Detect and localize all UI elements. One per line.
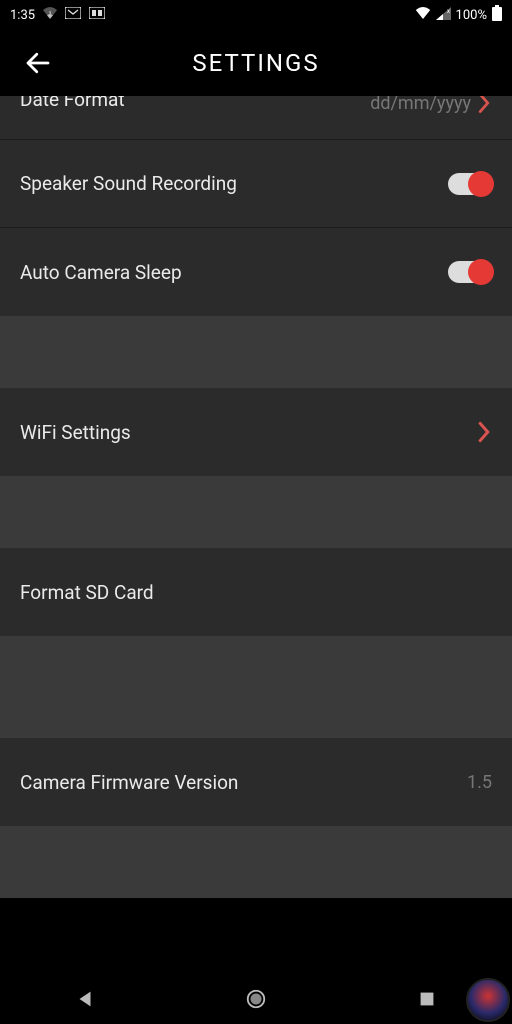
back-button[interactable] [18,43,58,83]
battery-icon [492,5,502,25]
row-date-format[interactable]: Date Format dd/mm/yyyy [0,96,512,140]
firmware-value: 1.5 [467,772,492,793]
date-format-value: dd/mm/yyyy [370,96,471,114]
date-format-label: Date Format [20,96,125,111]
wifi-settings-label: WiFi Settings [20,421,131,444]
row-auto-sleep[interactable]: Auto Camera Sleep [0,228,512,316]
wifi-weak-icon: ? [43,7,57,23]
section-spacer [0,636,512,738]
format-sd-label: Format SD Card [20,581,154,604]
row-firmware-version: Camera Firmware Version 1.5 [0,738,512,826]
arrow-left-icon [23,48,53,78]
speaker-recording-toggle[interactable] [448,173,492,195]
auto-sleep-toggle[interactable] [448,261,492,283]
triangle-back-icon [74,988,96,1010]
row-format-sd[interactable]: Format SD Card [0,548,512,636]
section-spacer [0,316,512,388]
app-icon-2 [89,7,105,23]
cell-signal-icon: x [436,7,451,24]
status-right: x 100% [415,5,502,25]
battery-percent: 100% [456,8,487,23]
square-recent-icon [416,988,438,1010]
android-nav-bar [0,974,512,1024]
date-format-value-wrap: dd/mm/yyyy [370,96,492,116]
firmware-label: Camera Firmware Version [20,771,238,794]
nav-back-button[interactable] [72,986,98,1012]
toggle-knob-icon [468,259,494,285]
svg-text:x: x [447,8,450,15]
page-title: SETTINGS [0,49,512,77]
section-spacer [0,476,512,548]
toggle-knob-icon [468,171,494,197]
row-wifi-settings[interactable]: WiFi Settings [0,388,512,476]
status-bar: 1:35 ? x 100% [0,0,512,30]
app-header: SETTINGS [0,30,512,96]
watermark-badge [466,978,510,1022]
app-icon-1 [65,7,81,23]
speaker-recording-label: Speaker Sound Recording [20,172,237,195]
chevron-right-icon [477,96,492,116]
chevron-right-icon [477,419,492,445]
nav-home-button[interactable] [243,986,269,1012]
status-time: 1:35 [10,8,35,23]
status-left: 1:35 ? [10,7,105,23]
circle-home-icon [245,988,267,1010]
nav-recent-button[interactable] [414,986,440,1012]
auto-sleep-label: Auto Camera Sleep [20,261,182,284]
section-spacer [0,826,512,898]
row-speaker-recording[interactable]: Speaker Sound Recording [0,140,512,228]
settings-list: Date Format dd/mm/yyyy Speaker Sound Rec… [0,96,512,898]
wifi-icon [415,7,431,23]
